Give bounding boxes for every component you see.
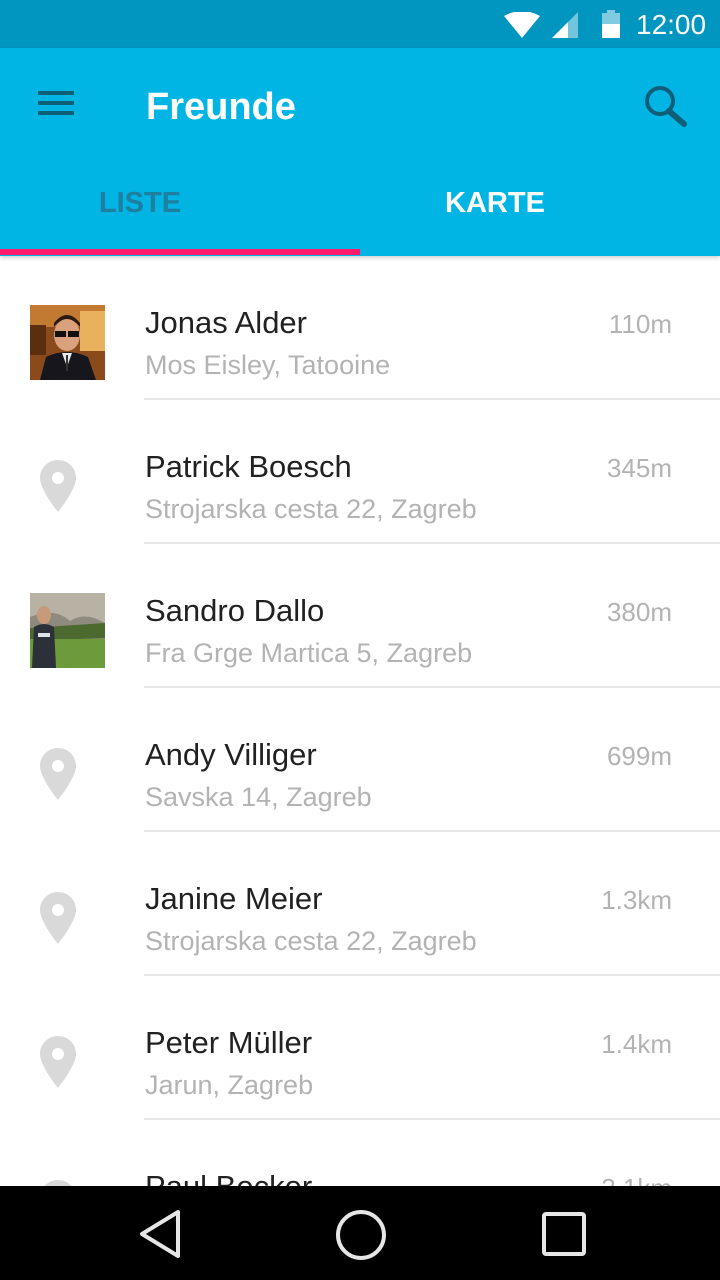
friend-distance: 380m — [606, 597, 672, 627]
friend-distance: 2.1km — [601, 1170, 672, 1186]
page-title: Freunde — [146, 86, 296, 128]
friend-address: Mos Eisley, Tatooine — [145, 350, 391, 380]
location-pin-icon — [40, 748, 76, 800]
cell-signal-icon — [552, 12, 578, 38]
friend-name: Peter Müller — [145, 1025, 313, 1060]
list-item[interactable]: Andy Villiger Savska 14, Zagreb 699m — [0, 688, 720, 832]
friend-name: Janine Meier — [145, 881, 323, 916]
friend-name: Patrick Boesch — [145, 449, 352, 484]
friends-list: Jonas Alder Mos Eisley, Tatooine 110m Pa… — [0, 256, 720, 1186]
friend-address: Strojarska cesta 22, Zagreb — [145, 926, 477, 956]
battery-icon — [602, 10, 620, 38]
friend-name: Sandro Dallo — [145, 593, 325, 628]
friend-distance: 699m — [606, 741, 672, 771]
status-bar: 12:00 — [0, 0, 720, 48]
friend-distance: 1.3km — [601, 885, 672, 915]
tab-karte[interactable]: KARTE — [360, 166, 720, 250]
friend-address: Jarun, Zagreb — [145, 1070, 314, 1100]
list-item[interactable]: Peter Müller Jarun, Zagreb 1.4km — [0, 976, 720, 1120]
friend-address: Savska 14, Zagreb — [145, 782, 372, 812]
list-item[interactable]: Sandro Dallo Fra Grge Martica 5, Zagreb … — [0, 544, 720, 688]
avatar — [30, 593, 105, 668]
hamburger-menu-icon[interactable] — [28, 84, 84, 124]
list-item[interactable]: Janine Meier Strojarska cesta 22, Zagreb… — [0, 832, 720, 976]
friend-distance: 345m — [606, 453, 672, 483]
friend-distance: 1.4km — [601, 1029, 672, 1059]
tab-indicator — [0, 249, 360, 255]
friend-distance: 110m — [608, 309, 672, 339]
app-bar: Freunde LISTE KARTE — [0, 48, 720, 256]
wifi-icon — [504, 12, 540, 38]
system-nav-bar — [0, 1186, 720, 1280]
back-icon[interactable] — [134, 1208, 186, 1260]
friend-name: Jonas Alder — [145, 305, 307, 340]
list-item[interactable]: Jonas Alder Mos Eisley, Tatooine 110m — [0, 256, 720, 400]
search-icon[interactable] — [642, 84, 690, 128]
recent-apps-icon[interactable] — [540, 1210, 588, 1258]
location-pin-icon — [40, 1036, 76, 1088]
status-clock: 12:00 — [636, 9, 707, 40]
avatar — [30, 305, 105, 380]
tab-liste[interactable]: LISTE — [0, 166, 360, 250]
home-icon[interactable] — [334, 1208, 388, 1262]
list-item[interactable]: Patrick Boesch Strojarska cesta 22, Zagr… — [0, 400, 720, 544]
friend-address: Fra Grge Martica 5, Zagreb — [145, 638, 473, 668]
friend-name: Paul Becker — [145, 1167, 312, 1186]
location-pin-icon — [40, 892, 76, 944]
friend-address: Strojarska cesta 22, Zagreb — [145, 494, 477, 524]
friend-name: Andy Villiger — [145, 737, 317, 772]
location-pin-icon — [40, 460, 76, 512]
list-item[interactable]: Paul Becker 2.1km — [0, 1120, 720, 1186]
